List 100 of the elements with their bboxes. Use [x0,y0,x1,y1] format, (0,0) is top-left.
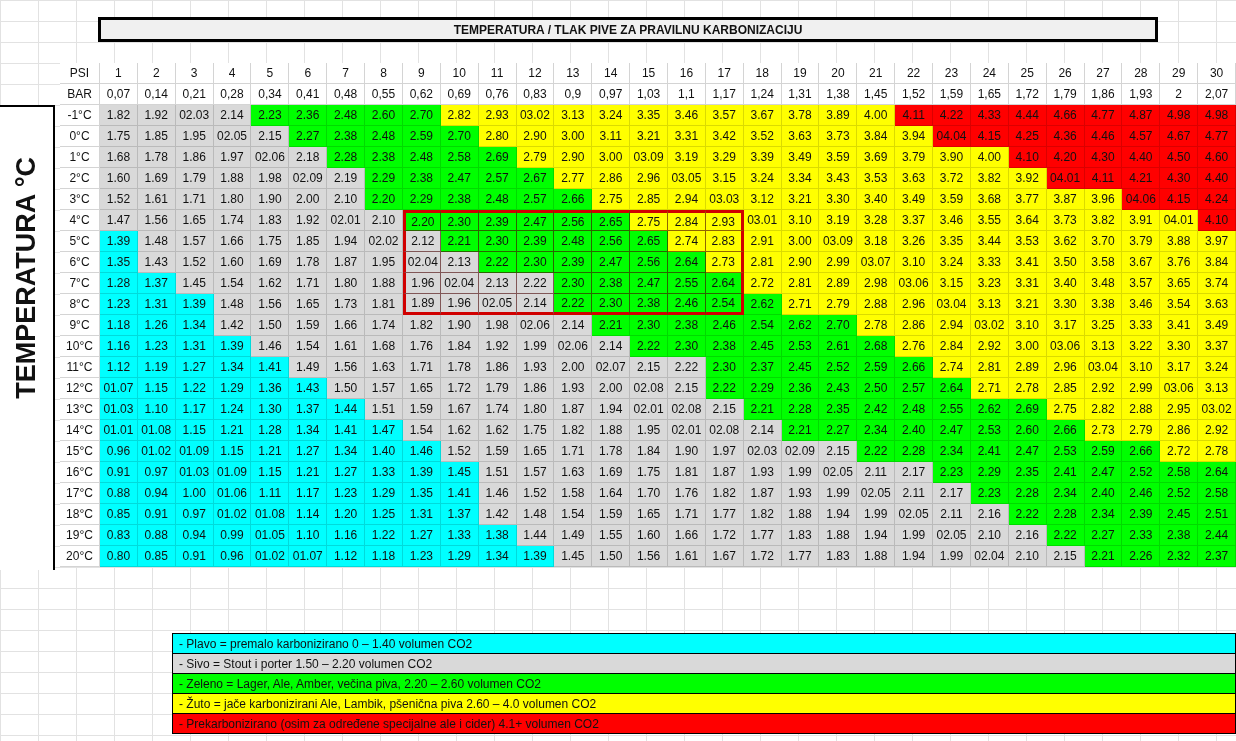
table-cell: 0.96 [213,546,252,567]
table-cell: 1.41 [327,420,366,441]
table-cell: 1.60 [213,252,252,273]
table-cell: 3.49 [895,189,934,210]
table-cell: 0.94 [175,525,214,546]
sheet-title: TEMPERATURA / TLAK PIVE ZA PRAVILNU KARBONIZACIJU [98,17,1158,42]
table-cell: 2.74 [668,231,706,252]
table-cell: 1.69 [592,462,631,483]
table-cell: 01.09 [175,441,214,462]
table-cell: 1.76 [402,336,441,357]
table-cell: 1.16 [100,336,138,357]
table-cell: 2.76 [895,336,934,357]
legend-item: - Sivo = Stout i porter 1.50 – 2.20 volumen CO2 [172,653,1236,674]
table-cell: 1.14 [289,504,328,525]
table-cell: 3.49 [1198,315,1236,336]
table-cell: 02.06 [516,315,555,336]
table-cell: 1.50 [592,546,631,567]
table-cell: 1.95 [630,420,668,441]
table-cell: 4.15 [970,126,1009,147]
table-cell: 2.00 [554,357,593,378]
table-cell: 2.47 [440,168,479,189]
table-cell: 2.00 [289,189,328,210]
table-cell: 3.64 [1008,210,1047,231]
table-cell: 1.63 [554,462,593,483]
table-cell: 3.54 [1160,294,1199,315]
table-cell: 1.59 [478,441,517,462]
table-cell: 03.04 [1084,357,1123,378]
table-cell: 4.40 [1122,147,1161,168]
table-cell: 2.82 [1084,399,1123,420]
table-cell: 4.60 [1198,147,1236,168]
table-cell: 2.58 [1160,462,1199,483]
table-cell: 2.15 [1046,546,1085,567]
table-cell: 2.83 [705,231,744,252]
table-cell: 2.79 [819,294,858,315]
column-header: 21 [857,63,896,84]
row-header: 9°C [60,315,100,336]
table-cell: 2.15 [630,357,668,378]
table-cell: 1.60 [630,525,668,546]
table-cell: 03.01 [743,210,782,231]
table-cell: 1.96 [440,294,479,315]
table-cell: 1.40 [365,441,403,462]
table-cell: 03.02 [970,315,1009,336]
table-cell: 3.26 [895,231,934,252]
table-cell: 1.21 [213,420,252,441]
table-cell: 2.29 [970,462,1009,483]
table-cell: 1.12 [327,546,366,567]
table-cell: 2.22 [516,273,555,294]
table-cell: 1.87 [327,252,366,273]
table-cell: 2.39 [554,252,593,273]
table-cell: 2.92 [1084,378,1123,399]
column-header: 14 [592,63,631,84]
table-cell: 1.75 [630,462,668,483]
table-cell: 3.79 [895,147,934,168]
table-cell: 2.44 [1198,525,1236,546]
table-cell: 2.36 [781,378,820,399]
table-cell: 1.42 [213,315,252,336]
column-header: 25 [1008,63,1047,84]
table-cell: 02.05 [857,483,896,504]
table-cell: 3.72 [933,168,971,189]
table-cell: 4.77 [1198,126,1236,147]
table-cell: 4.25 [1008,126,1047,147]
table-cell: 2.73 [705,252,744,273]
table-cell: 2.80 [478,126,517,147]
column-header: 26 [1046,63,1085,84]
table-cell: 2.48 [365,126,403,147]
row-header: 18°C [60,504,100,525]
table-cell: 2.12 [402,231,441,252]
table-cell: 2.47 [1084,462,1123,483]
column-header: 1,38 [819,84,858,105]
table-cell: 1.59 [402,399,441,420]
table-cell: 2.41 [970,441,1009,462]
table-cell: 3.49 [781,147,820,168]
table-cell: 1.51 [365,399,403,420]
table-cell: 1.39 [100,231,138,252]
column-header: 1,03 [630,84,668,105]
column-header: 17 [705,63,744,84]
table-cell: 2.21 [743,399,782,420]
table-cell: 2.54 [705,294,744,315]
table-cell: 3.33 [970,252,1009,273]
table-cell: 3.53 [1008,231,1047,252]
table-cell: 1.92 [137,105,176,126]
table-cell: 3.40 [1046,273,1085,294]
column-header: 0,97 [592,84,631,105]
table-cell: 1.45 [554,546,593,567]
table-cell: 2.23 [251,105,290,126]
table-cell: 1.52 [440,441,479,462]
row-header: 13°C [60,399,100,420]
column-header: 0,34 [251,84,290,105]
table-cell: 2.38 [592,273,631,294]
table-cell: 2.57 [895,378,934,399]
table-cell: 2.84 [668,210,706,231]
table-cell: 4.40 [1198,168,1236,189]
table-cell: 2.38 [402,168,441,189]
legend-item: - Plavo = premalo karbonizirano 0 – 1.40 volumen CO2 [172,633,1236,654]
table-cell: 01.03 [175,462,214,483]
table-cell: 1.72 [440,378,479,399]
table-cell: 2.32 [1160,546,1199,567]
table-cell: 2.82 [440,105,479,126]
table-cell: 4.11 [1084,168,1123,189]
table-cell: 3.63 [1198,294,1236,315]
